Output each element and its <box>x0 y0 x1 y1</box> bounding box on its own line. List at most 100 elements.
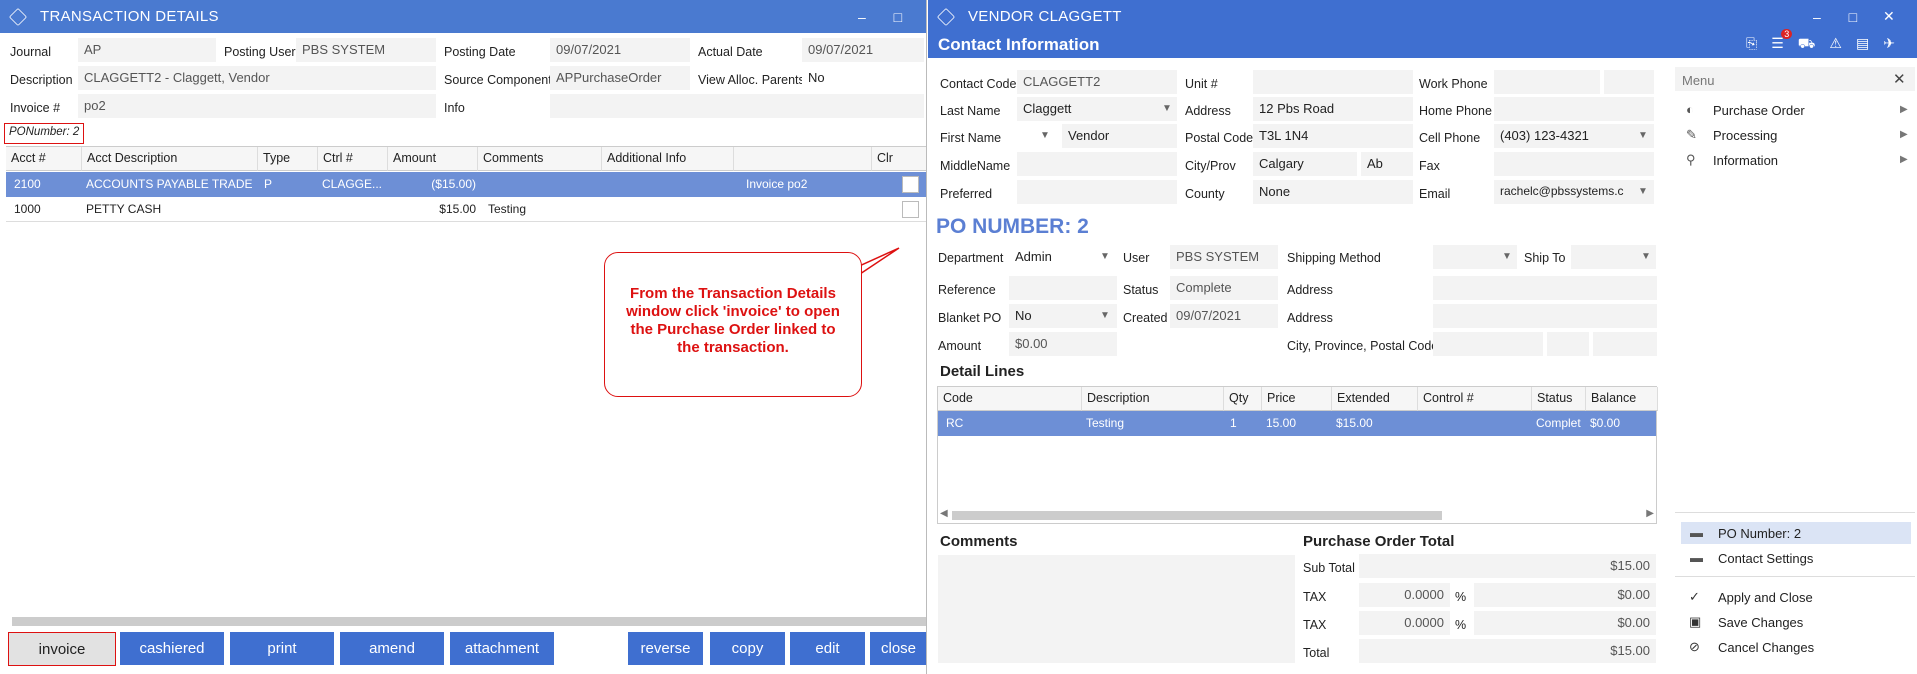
description-field[interactable]: CLAGGETT2 - Claggett, Vendor <box>78 66 436 90</box>
chevron-down-icon[interactable]: ▼ <box>1638 130 1648 141</box>
reference-field[interactable] <box>1009 276 1117 300</box>
copy-button[interactable]: copy <box>710 632 785 665</box>
col-comments[interactable]: Comments <box>478 147 602 171</box>
warning-icon[interactable]: ⚠ <box>1829 35 1842 54</box>
po-postal-field[interactable] <box>1593 332 1657 356</box>
po-province-field[interactable] <box>1547 332 1589 356</box>
menu-item-information[interactable]: Information <box>1713 153 1778 168</box>
col-qty[interactable]: Qty <box>1224 387 1262 411</box>
col-price[interactable]: Price <box>1262 387 1332 411</box>
po-address2-field[interactable] <box>1433 304 1657 328</box>
fax-field[interactable] <box>1494 152 1654 176</box>
amend-button[interactable]: amend <box>340 632 444 665</box>
chevron-down-icon[interactable]: ▼ <box>1502 251 1512 262</box>
first-name-field[interactable]: Vendor <box>1062 124 1177 148</box>
amount-field[interactable]: $0.00 <box>1009 332 1117 356</box>
status-field[interactable]: Complete <box>1170 276 1278 300</box>
col-ctrl[interactable]: Ctrl # <box>318 147 388 171</box>
col-code[interactable]: Code <box>938 387 1082 411</box>
minimize-button[interactable]: – <box>844 9 880 25</box>
maximize-button[interactable]: □ <box>1835 9 1871 25</box>
chevron-right-icon[interactable]: ▶ <box>1900 129 1908 140</box>
apply-close-button[interactable]: Apply and Close <box>1718 590 1813 605</box>
work-phone-field[interactable] <box>1494 70 1600 94</box>
notification-list-icon[interactable]: ☰ 3 <box>1771 29 1793 54</box>
col-acct-desc[interactable]: Acct Description <box>82 147 258 171</box>
work-phone-ext-field[interactable] <box>1604 70 1654 94</box>
tax1-rate-field[interactable]: 0.0000 <box>1359 583 1450 607</box>
scroll-right-icon[interactable]: ▶ <box>1646 508 1654 519</box>
invoice-field[interactable]: po2 <box>78 94 436 118</box>
chevron-down-icon[interactable]: ▼ <box>1100 310 1110 321</box>
col-type[interactable]: Type <box>258 147 318 171</box>
chevron-down-icon[interactable]: ▼ <box>1040 130 1050 141</box>
maximize-button[interactable]: □ <box>880 9 916 25</box>
save-changes-button[interactable]: Save Changes <box>1718 615 1803 630</box>
city-field[interactable]: Calgary <box>1253 152 1357 176</box>
postal-code-field[interactable]: T3L 1N4 <box>1253 124 1413 148</box>
menu-item-processing[interactable]: Processing <box>1713 128 1777 143</box>
plane-icon[interactable]: ✈ <box>1883 35 1895 54</box>
menu-item-po-number[interactable]: PO Number: 2 <box>1718 526 1801 541</box>
chevron-down-icon[interactable]: ▼ <box>1100 251 1110 262</box>
po-address1-field[interactable] <box>1433 276 1657 300</box>
email-field[interactable]: rachelc@pbssystems.c <box>1494 180 1654 204</box>
posting-user-field[interactable]: PBS SYSTEM <box>296 38 436 62</box>
address-field[interactable]: 12 Pbs Road <box>1253 97 1413 121</box>
comments-textarea[interactable] <box>938 555 1295 663</box>
po-city-field[interactable] <box>1433 332 1543 356</box>
last-name-field[interactable]: Claggett <box>1017 97 1177 121</box>
close-button[interactable]: close <box>870 632 926 665</box>
contact-code-field[interactable]: CLAGGETT2 <box>1017 70 1177 94</box>
col-clr[interactable]: Clr <box>872 147 926 171</box>
menu-close-icon[interactable]: ✕ <box>1893 70 1906 88</box>
info-field[interactable] <box>550 94 924 118</box>
horizontal-scrollbar[interactable] <box>12 617 926 626</box>
detail-horizontal-scrollbar[interactable] <box>952 511 1442 520</box>
chart-icon[interactable]: ▤ <box>1856 35 1869 54</box>
col-description[interactable]: Description <box>1082 387 1224 411</box>
user-field[interactable]: PBS SYSTEM <box>1170 245 1278 269</box>
table-row[interactable]: 2100 ACCOUNTS PAYABLE TRADE P CLAGGE... … <box>6 172 926 197</box>
actual-date-field[interactable]: 09/07/2021 <box>802 38 924 62</box>
edit-button[interactable]: edit <box>790 632 865 665</box>
unit-field[interactable] <box>1253 70 1413 94</box>
cashiered-button[interactable]: cashiered <box>120 632 224 665</box>
clr-checkbox[interactable] <box>902 201 919 218</box>
attachment-button[interactable]: attachment <box>450 632 554 665</box>
col-balance[interactable]: Balance <box>1586 387 1658 411</box>
col-status[interactable]: Status <box>1532 387 1586 411</box>
col-additional-info[interactable]: Additional Info <box>602 147 734 171</box>
chevron-right-icon[interactable]: ▶ <box>1900 154 1908 165</box>
chevron-down-icon[interactable]: ▼ <box>1638 186 1648 197</box>
posting-date-field[interactable]: 09/07/2021 <box>550 38 690 62</box>
minimize-button[interactable]: – <box>1799 9 1835 25</box>
home-phone-field[interactable] <box>1494 97 1654 121</box>
col-amount[interactable]: Amount <box>388 147 478 171</box>
source-component-field[interactable]: APPurchaseOrder <box>550 66 690 90</box>
col-acct[interactable]: Acct # <box>6 147 82 171</box>
province-field[interactable]: Ab <box>1361 152 1413 176</box>
county-field[interactable]: None <box>1253 180 1413 204</box>
chevron-right-icon[interactable]: ▶ <box>1900 104 1908 115</box>
view-alloc-field[interactable]: No <box>802 66 924 90</box>
preferred-field[interactable] <box>1017 180 1177 204</box>
menu-item-contact-settings[interactable]: Contact Settings <box>1718 551 1813 566</box>
chevron-down-icon[interactable]: ▼ <box>1162 103 1172 114</box>
created-field[interactable]: 09/07/2021 <box>1170 304 1278 328</box>
invoice-button[interactable]: invoice <box>8 632 116 666</box>
menu-item-purchase-order[interactable]: Purchase Order <box>1713 103 1805 118</box>
tax2-rate-field[interactable]: 0.0000 <box>1359 611 1450 635</box>
cancel-changes-button[interactable]: Cancel Changes <box>1718 640 1814 655</box>
col-blank[interactable] <box>734 147 872 171</box>
close-window-button[interactable]: ✕ <box>1871 8 1907 25</box>
clr-checkbox[interactable] <box>902 176 919 193</box>
document-icon[interactable]: ⎘ <box>1746 35 1757 54</box>
table-row[interactable]: 1000 PETTY CASH $15.00 Testing <box>6 197 926 222</box>
journal-field[interactable]: AP <box>78 38 216 62</box>
scroll-left-icon[interactable]: ◀ <box>940 508 948 519</box>
col-control[interactable]: Control # <box>1418 387 1532 411</box>
print-button[interactable]: print <box>230 632 334 665</box>
cell-phone-field[interactable]: (403) 123-4321 <box>1494 124 1654 148</box>
middle-name-field[interactable] <box>1017 152 1177 176</box>
